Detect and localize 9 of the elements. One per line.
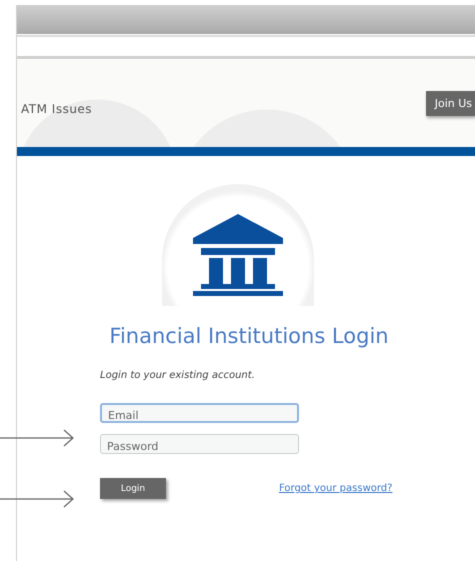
input-field[interactable]: Email: [100, 403, 299, 423]
input-field[interactable]: Password: [100, 434, 299, 454]
nav-link[interactable]: ATM Issues: [21, 102, 92, 116]
join-button[interactable]: Join Us: [426, 91, 475, 116]
login-subtitle: Login to your existing account.: [100, 370, 256, 381]
login-title: Financial Institutions Login: [109, 324, 389, 348]
bank-icon: [192, 214, 282, 296]
login-button[interactable]: Login: [100, 478, 166, 499]
forgot-password-link[interactable]: Forgot your password?: [279, 483, 392, 494]
